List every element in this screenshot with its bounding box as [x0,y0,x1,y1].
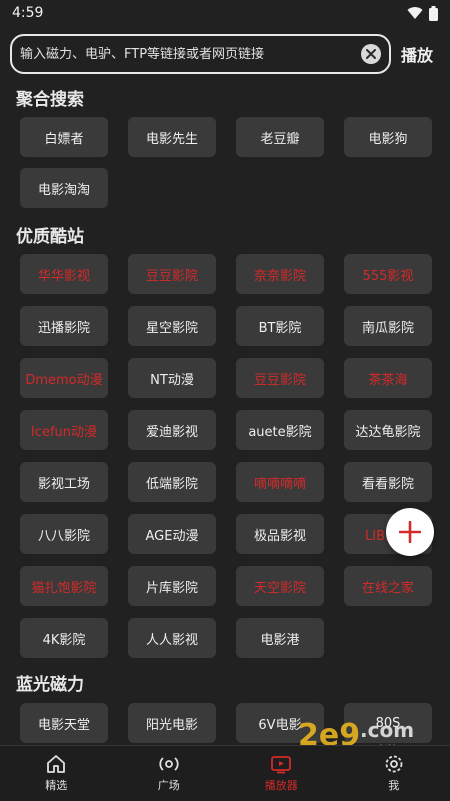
chip-aggregate[interactable]: 老豆瓣 [236,117,324,157]
chip-aggregate[interactable]: 白嫖者 [20,117,108,157]
bottom-navigation: 精选 广场 播放器 我 [0,745,450,801]
app-screen: 4:59 播放 聚合搜索 白嫖者 电影先生 老豆瓣 电影狗 电影淘淘 优质酷站 … [0,0,450,801]
search-box [10,34,391,74]
nav-label: 播放器 [264,779,298,792]
chip-quality-site[interactable]: 达达龟影院 [344,410,432,450]
chip-quality-site[interactable]: 南瓜影院 [344,306,432,346]
chip-quality-site[interactable]: 天空影院 [236,566,324,606]
chip-quality-site[interactable]: 嘀嘀嘀嘀 [236,462,324,502]
status-bar: 4:59 [0,0,450,26]
nav-label: 我 [388,779,400,792]
chip-quality-site[interactable]: auete影院 [236,410,324,450]
chip-quality-site[interactable]: 极品影视 [236,514,324,554]
chip-quality-site[interactable]: AGE动漫 [128,514,216,554]
chip-quality-site[interactable]: 茶茶海 [344,358,432,398]
chip-quality-site[interactable]: 555影视 [344,254,432,294]
status-icons [407,5,438,21]
chip-quality-site[interactable]: 电影港 [236,618,324,658]
chip-quality-site[interactable]: 华华影视 [20,254,108,294]
nav-label: 广场 [157,779,180,792]
home-icon [47,755,66,773]
broadcast-icon [159,757,179,771]
chip-quality-site[interactable]: 4K影院 [20,618,108,658]
chip-quality-site[interactable]: 豆豆影院 [236,358,324,398]
battery-icon [429,5,438,21]
plus-icon [399,521,421,543]
chip-quality-site[interactable]: 在线之家 [344,566,432,606]
chip-quality-site[interactable]: 人人影视 [128,618,216,658]
nav-item-me[interactable]: 我 [338,746,450,801]
section-title-bluray: 蓝光磁力 [16,675,84,695]
wifi-icon [407,7,423,20]
chip-quality-site[interactable]: 低端影院 [128,462,216,502]
svg-text:.com: .com [360,718,414,742]
chip-quality-site[interactable]: 豆豆影院 [128,254,216,294]
section-title-aggregate: 聚合搜索 [16,90,84,110]
chip-quality-site[interactable]: 看看影院 [344,462,432,502]
close-icon [366,49,376,59]
chip-quality-site[interactable]: 影视工场 [20,462,108,502]
nav-item-plaza[interactable]: 广场 [113,746,226,801]
chip-aggregate[interactable]: 电影淘淘 [20,168,108,208]
nav-item-featured[interactable]: 精选 [0,746,113,801]
chip-aggregate[interactable]: 电影狗 [344,117,432,157]
add-fab-button[interactable] [386,508,434,556]
nav-label: 精选 [45,779,68,792]
link-input[interactable] [20,46,361,62]
chip-quality-site[interactable]: Icefun动漫 [20,410,108,450]
clear-button[interactable] [361,44,381,64]
chip-quality-site[interactable]: 八八影院 [20,514,108,554]
settings-icon [385,755,403,773]
chip-quality-site[interactable]: 猫扎饱影院 [20,566,108,606]
chip-bluray[interactable]: 电影天堂 [20,703,108,743]
play-button[interactable]: 播放 [401,42,433,66]
search-row: 播放 [10,34,440,74]
chip-quality-site[interactable]: BT影院 [236,306,324,346]
section-title-quality: 优质酷站 [16,227,84,247]
status-time: 4:59 [12,5,44,21]
nav-item-player[interactable]: 播放器 [225,746,338,801]
chip-quality-site[interactable]: 爱迪影视 [128,410,216,450]
chip-quality-site[interactable]: 星空影院 [128,306,216,346]
chip-quality-site[interactable]: 奈奈影院 [236,254,324,294]
chip-bluray[interactable]: 阳光电影 [128,703,216,743]
chip-quality-site[interactable]: 片库影院 [128,566,216,606]
chip-quality-site[interactable]: 迅播影院 [20,306,108,346]
chip-quality-site[interactable]: NT动漫 [128,358,216,398]
player-icon [271,756,292,774]
chip-quality-site[interactable]: Dmemo动漫 [20,358,108,398]
chip-aggregate[interactable]: 电影先生 [128,117,216,157]
